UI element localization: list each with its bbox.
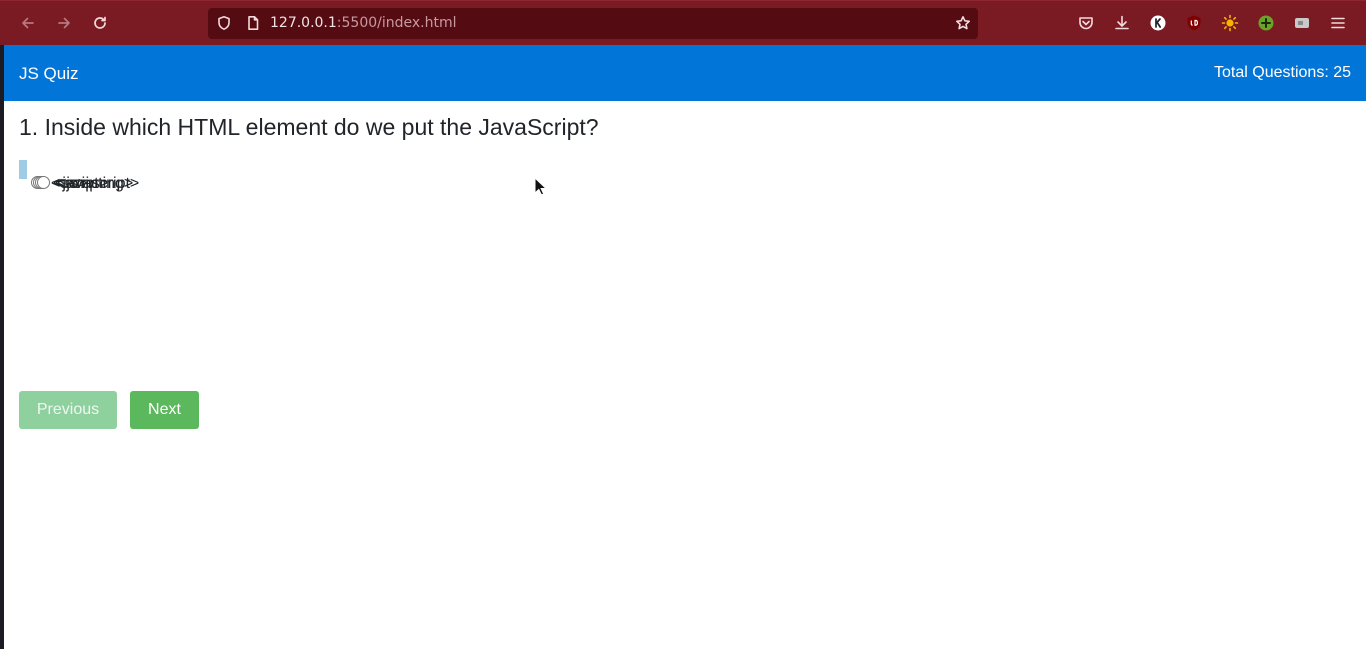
- options-list: <script> <javascript> <scripting> <js>: [19, 159, 439, 192]
- window-extension-icon[interactable]: [1293, 14, 1311, 32]
- url-text[interactable]: 127.0.0.1:5500/index.html: [270, 15, 457, 32]
- page-icon[interactable]: [245, 15, 261, 31]
- menu-icon[interactable]: [1329, 14, 1347, 32]
- add-extension-icon[interactable]: [1257, 14, 1275, 32]
- navbar: JS Quiz Total Questions: 25: [4, 45, 1366, 101]
- sun-icon[interactable]: [1221, 14, 1239, 32]
- total-questions: Total Questions: 25: [1214, 64, 1351, 81]
- forward-button[interactable]: [50, 9, 78, 37]
- shield-icon[interactable]: [216, 15, 232, 31]
- brand-title[interactable]: JS Quiz: [19, 63, 79, 85]
- url-bar[interactable]: 127.0.0.1:5500/index.html: [208, 8, 978, 39]
- next-button[interactable]: Next: [130, 391, 199, 429]
- option-label: <js>: [57, 175, 88, 192]
- bookmark-star-icon[interactable]: [955, 15, 971, 31]
- url-path: :5500/index.html: [336, 15, 457, 31]
- arrow-right-icon: [58, 17, 70, 29]
- reload-icon: [94, 16, 106, 29]
- previous-button[interactable]: Previous: [19, 391, 117, 429]
- ublock-origin-icon[interactable]: [1185, 14, 1203, 32]
- pocket-icon[interactable]: [1077, 14, 1095, 32]
- k-extension-icon[interactable]: [1149, 14, 1167, 32]
- mouse-cursor-icon: [534, 177, 548, 196]
- radio-button[interactable]: [37, 176, 50, 189]
- back-button[interactable]: [14, 9, 42, 37]
- question-title: 1. Inside which HTML element do we put t…: [19, 114, 599, 140]
- browser-toolbar: 127.0.0.1:5500/index.html: [0, 0, 1366, 45]
- option-js[interactable]: <js>: [25, 160, 87, 192]
- reload-button[interactable]: [86, 9, 114, 37]
- url-host: 127.0.0.1: [270, 15, 337, 31]
- arrow-left-icon: [22, 17, 34, 29]
- page-viewport: JS Quiz Total Questions: 25 1. Inside wh…: [4, 45, 1366, 649]
- download-icon[interactable]: [1113, 14, 1131, 32]
